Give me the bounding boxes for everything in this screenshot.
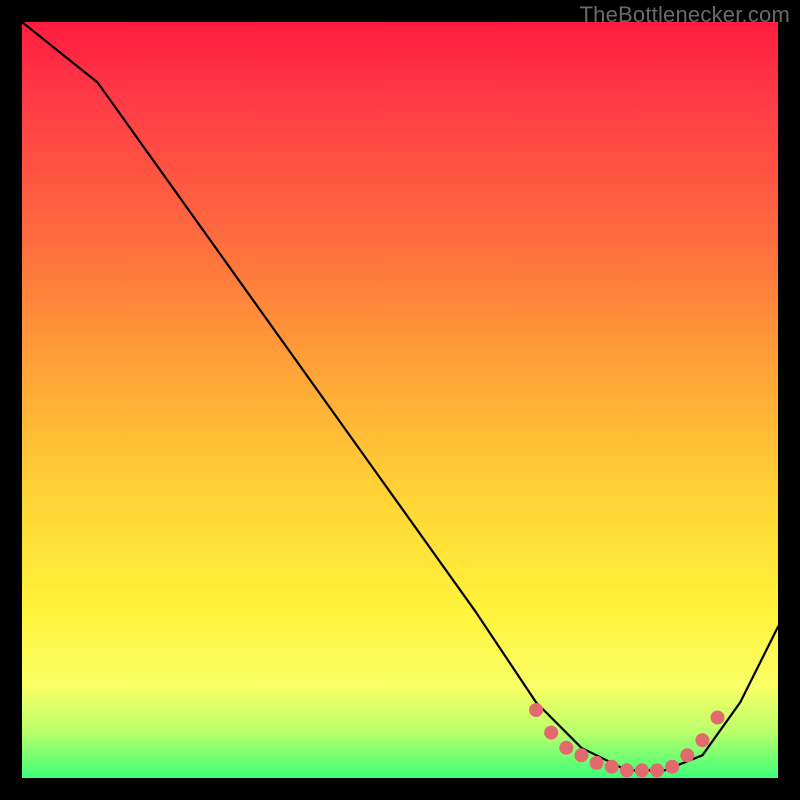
marker-group bbox=[529, 703, 724, 777]
chart-frame: TheBottlenecker.com bbox=[0, 0, 800, 800]
marker-point bbox=[680, 748, 694, 762]
marker-point bbox=[635, 763, 649, 777]
marker-point bbox=[559, 741, 573, 755]
plot-overlay bbox=[22, 22, 778, 778]
watermark-text: TheBottlenecker.com bbox=[580, 2, 790, 28]
marker-point bbox=[620, 763, 634, 777]
marker-point bbox=[544, 726, 558, 740]
marker-point bbox=[590, 756, 604, 770]
marker-point bbox=[695, 733, 709, 747]
marker-point bbox=[605, 760, 619, 774]
marker-point bbox=[665, 760, 679, 774]
bottleneck-curve-line bbox=[22, 22, 778, 770]
marker-point bbox=[529, 703, 543, 717]
marker-point bbox=[711, 711, 725, 725]
marker-point bbox=[574, 748, 588, 762]
marker-point bbox=[650, 763, 664, 777]
